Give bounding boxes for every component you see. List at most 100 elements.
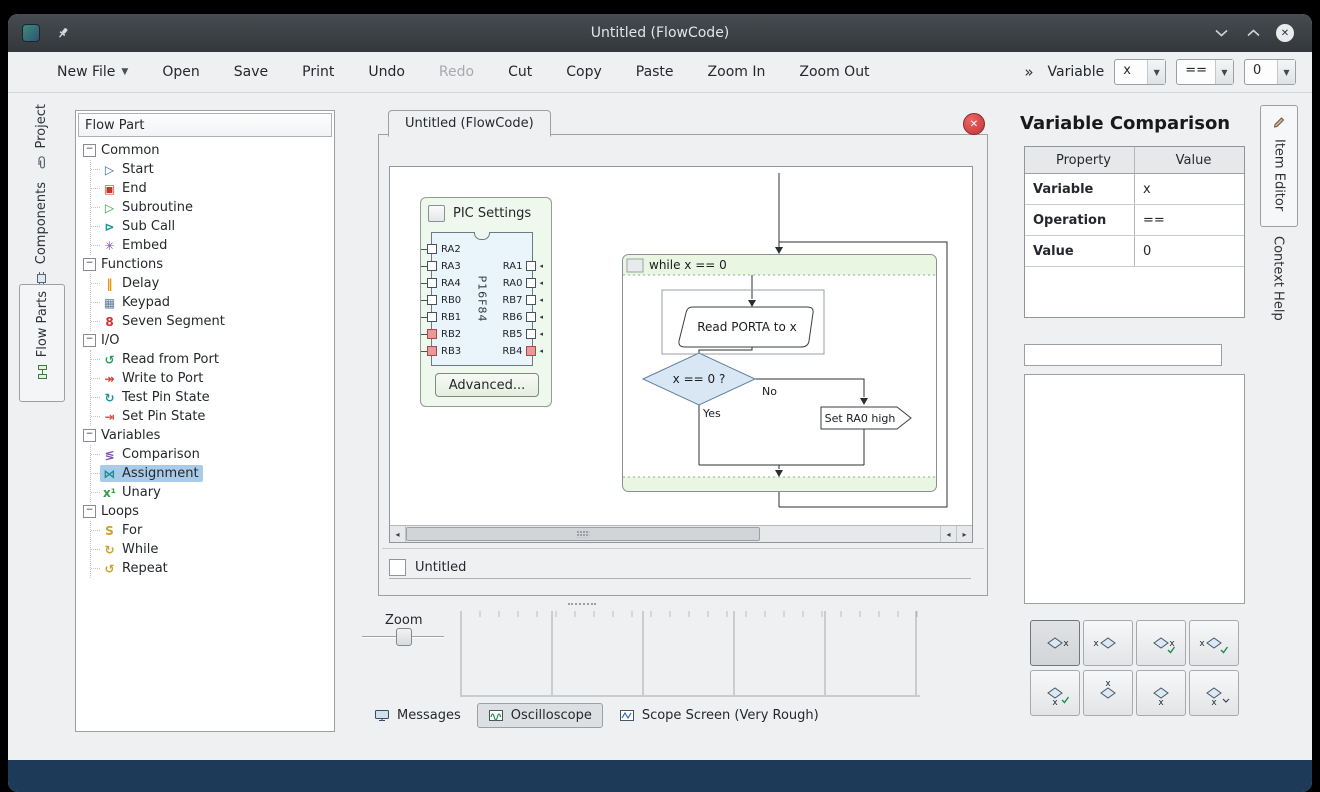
item-editor-input[interactable] [1024,344,1222,366]
tree-item-set-pin-state[interactable]: ⇥Set Pin State [91,407,330,426]
pin-box-RA1[interactable] [526,261,536,271]
canvas-horizontal-scrollbar[interactable]: ◂ ◂ ▸ [390,525,972,542]
tree-item-write-to-port[interactable]: ↠Write to Port [91,369,330,388]
comparison-template-8[interactable]: x [1189,670,1239,716]
tree-group-functions[interactable]: −Functions [81,255,330,274]
tree-item-delay[interactable]: ‖Delay [91,274,330,293]
toolbar-cut-button[interactable]: Cut [491,58,549,86]
zoom-slider-handle[interactable] [396,628,412,646]
pin-box-RB6[interactable] [526,312,536,322]
chevron-up-button[interactable] [1244,24,1262,42]
toolbar-overflow-chevron[interactable]: » [1024,63,1033,81]
comparison-template-6[interactable]: x [1083,670,1133,716]
advanced-button[interactable]: Advanced... [435,373,539,397]
tree-item-repeat[interactable]: ↺Repeat [91,559,330,578]
document-close-button[interactable]: ✕ [963,113,985,135]
pin-box-RA2[interactable] [427,244,437,254]
tree-item-start[interactable]: ▷Start [91,160,330,179]
close-button[interactable]: ✕ [1276,24,1294,42]
value-select[interactable]: 0▼ [1244,59,1296,85]
scroll-left-arrow-2[interactable]: ◂ [940,526,956,542]
property-value[interactable]: 0 [1135,236,1244,266]
decision-node[interactable]: x == 0 ? [643,353,755,405]
item-editor-listbox[interactable] [1024,374,1245,604]
bottom-tab-messages[interactable]: Messages [364,704,471,727]
tree-item-while[interactable]: ↻While [91,540,330,559]
toolbar-paste-button[interactable]: Paste [619,58,691,86]
tree-item-keypad[interactable]: ▦Keypad [91,293,330,312]
chevron-down-icon[interactable]: ▼ [1147,60,1165,84]
property-row-variable[interactable]: Variablex [1025,174,1244,205]
flowchart-name-checkbox[interactable] [389,559,406,576]
pin-box-RA3[interactable] [427,261,437,271]
toolbar-redo-button[interactable]: Redo [422,58,491,86]
operation-select[interactable]: ==▼ [1176,59,1234,85]
scrollbar-track[interactable] [760,526,940,542]
property-row-operation[interactable]: Operation== [1025,205,1244,236]
tree-group-variables[interactable]: −Variables [81,426,330,445]
scroll-right-arrow[interactable]: ▸ [956,526,972,542]
expander-icon[interactable]: − [83,505,96,518]
tree-item-read-from-port[interactable]: ↺Read from Port [91,350,330,369]
tree-item-unary[interactable]: x¹Unary [91,483,330,502]
scroll-left-arrow[interactable]: ◂ [390,526,406,542]
toolbar-undo-button[interactable]: Undo [351,58,422,86]
bottom-tab-oscilloscope[interactable]: Oscilloscope [477,703,603,728]
tree-item-embed[interactable]: ✳Embed [91,236,330,255]
chevron-down-icon[interactable]: ▼ [1277,60,1295,84]
pin-box-RB3[interactable] [427,346,437,356]
comparison-template-4[interactable]: x [1189,620,1239,666]
comparison-template-2[interactable]: x [1083,620,1133,666]
flowchart-name-value[interactable]: Untitled [415,560,466,575]
tree-item-subroutine[interactable]: ▷Subroutine [91,198,330,217]
tree-item-seven-segment[interactable]: 8Seven Segment [91,312,330,331]
chevron-down-icon[interactable]: ▼ [1215,60,1233,84]
pin-box-RB1[interactable] [427,312,437,322]
toolbar-print-button[interactable]: Print [285,58,351,86]
scrollbar-thumb[interactable] [406,527,760,541]
pin-box-RB5[interactable] [526,329,536,339]
right-tab-context-help[interactable]: Context Help [1260,228,1296,346]
tree-item-test-pin-state[interactable]: ↻Test Pin State [91,388,330,407]
tree-group-i-o[interactable]: −I/O [81,331,330,350]
expander-icon[interactable]: − [83,334,96,347]
chevron-down-button[interactable] [1212,24,1230,42]
pin-icon[interactable] [56,26,70,40]
expander-icon[interactable]: − [83,144,96,157]
tree-item-end[interactable]: ▣End [91,179,330,198]
tree-group-common[interactable]: −Common [81,141,330,160]
comparison-template-3[interactable]: x [1136,620,1186,666]
comparison-template-1[interactable]: x [1030,620,1080,666]
pic-settings-component[interactable]: PIC Settings P16F84 RA2RA3RA4RB0RB1RB2RB… [420,197,552,407]
pin-box-RB7[interactable] [526,295,536,305]
tree-item-comparison[interactable]: ≶Comparison [91,445,330,464]
tree-item-for[interactable]: SFor [91,521,330,540]
pin-box-RA0[interactable] [526,278,536,288]
sidebar-tab-components[interactable]: Components [19,176,63,288]
document-tab[interactable]: Untitled (FlowCode) [388,110,551,137]
expander-icon[interactable]: − [83,429,96,442]
tree-item-assignment[interactable]: ⋈Assignment [91,464,330,483]
sidebar-tab-flow-parts[interactable]: Flow Parts [19,284,65,402]
expander-icon[interactable]: − [83,258,96,271]
bottom-tab-scope-screen-very-rough[interactable]: Scope Screen (Very Rough) [609,704,829,727]
toolbar-new-file-button[interactable]: New File▼ [40,58,145,86]
pic-settings-checkbox[interactable] [428,205,445,222]
tree-group-loops[interactable]: −Loops [81,502,330,521]
right-tab-item-editor[interactable]: Item Editor [1260,105,1298,227]
comparison-template-5[interactable]: x [1030,670,1080,716]
pin-box-RB4[interactable] [526,346,536,356]
pin-box-RA4[interactable] [427,278,437,288]
toolbar-zoom-out-button[interactable]: Zoom Out [782,58,886,86]
splitter-handle[interactable] [568,603,596,605]
toolbar-save-button[interactable]: Save [217,58,285,86]
pin-box-RB0[interactable] [427,295,437,305]
flowchart-canvas[interactable]: while x == 0 Read PORTA to x x == 0 [390,167,972,526]
pin-box-RB2[interactable] [427,329,437,339]
comparison-template-7[interactable]: x [1136,670,1186,716]
property-value[interactable]: x [1135,174,1244,204]
toolbar-open-button[interactable]: Open [145,58,216,86]
property-value[interactable]: == [1135,205,1244,235]
property-row-value[interactable]: Value0 [1025,236,1244,267]
tree-item-sub-call[interactable]: ⊳Sub Call [91,217,330,236]
